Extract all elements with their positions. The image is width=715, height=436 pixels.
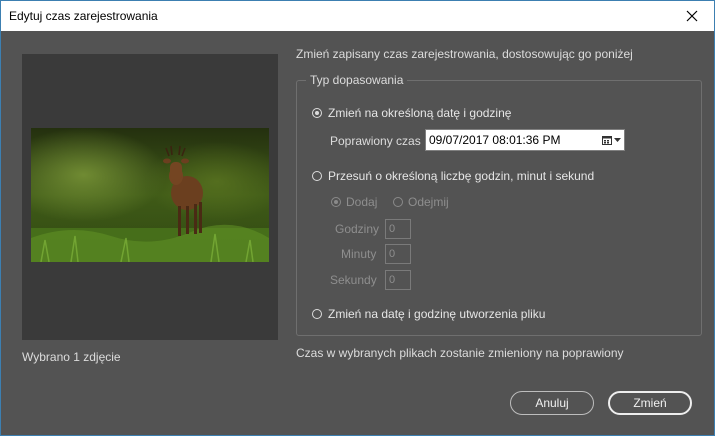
radio-button[interactable] — [312, 171, 322, 181]
date-picker-button[interactable] — [598, 130, 624, 150]
change-button[interactable]: Zmień — [608, 391, 692, 415]
calendar-icon — [601, 136, 612, 145]
group-legend: Typ dopasowania — [306, 73, 408, 87]
minutes-input[interactable]: 0 — [385, 244, 411, 264]
seconds-label: Sekundy — [330, 273, 377, 287]
radio-button[interactable] — [331, 197, 341, 207]
radio-button[interactable] — [393, 197, 403, 207]
footnote-text: Czas w wybranych plikach zostanie zmieni… — [296, 346, 624, 360]
radio-label: Odejmij — [408, 195, 449, 209]
dialog-window: Edytuj czas zarejestrowania Wybrano 1 zd… — [0, 0, 715, 436]
selected-count-label: Wybrano 1 zdjęcie — [22, 350, 121, 364]
radio-button[interactable] — [312, 309, 322, 319]
hours-input[interactable]: 0 — [385, 219, 411, 239]
corrected-time-value: 09/07/2017 08:01:36 PM — [429, 133, 561, 147]
radio-shift-time[interactable]: Przesuń o określoną liczbę godzin, minut… — [312, 169, 594, 183]
radio-specific-date[interactable]: Zmień na określoną datę i godzinę — [312, 106, 511, 120]
radio-label: Zmień na datę i godzinę utworzenia pliku — [328, 307, 546, 321]
radio-file-date[interactable]: Zmień na datę i godzinę utworzenia pliku — [312, 307, 545, 321]
photo-thumbnail — [31, 128, 269, 262]
cancel-button[interactable]: Anuluj — [510, 391, 594, 415]
hours-label: Godziny — [335, 222, 380, 236]
seconds-input[interactable]: 0 — [385, 270, 411, 290]
close-icon — [686, 10, 698, 22]
corrected-time-label: Poprawiony czas — [330, 134, 421, 148]
instruction-text: Zmień zapisany czas zarejestrowania, dos… — [296, 47, 633, 61]
chevron-down-icon — [613, 137, 621, 142]
radio-add[interactable]: Dodaj — [331, 195, 377, 209]
radio-subtract[interactable]: Odejmij — [393, 195, 449, 209]
corrected-time-input[interactable]: 09/07/2017 08:01:36 PM — [425, 129, 625, 151]
photo-preview-panel — [22, 54, 278, 340]
title-bar: Edytuj czas zarejestrowania — [1, 1, 714, 31]
radio-button[interactable] — [312, 108, 322, 118]
window-title: Edytuj czas zarejestrowania — [9, 9, 158, 23]
close-button[interactable] — [670, 1, 714, 31]
radio-label: Zmień na określoną datę i godzinę — [328, 106, 512, 120]
radio-label: Dodaj — [346, 195, 378, 209]
radio-label: Przesuń o określoną liczbę godzin, minut… — [328, 169, 595, 183]
minutes-label: Minuty — [341, 247, 377, 261]
